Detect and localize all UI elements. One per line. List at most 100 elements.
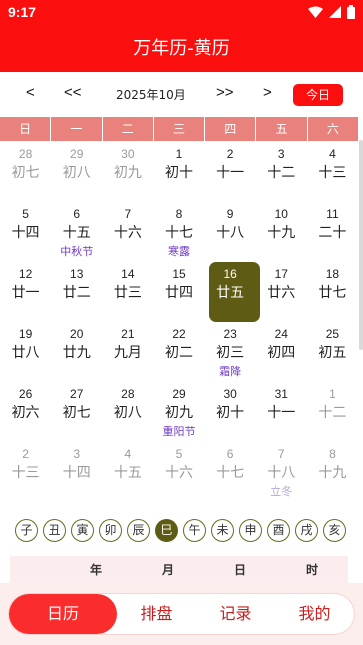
calendar-day[interactable]: 8 十七 寒露 bbox=[153, 205, 204, 265]
weekday-header: 日 一 二 三 四 五 六 bbox=[0, 117, 358, 141]
calendar-day[interactable]: 7 十六 bbox=[102, 205, 153, 265]
branch-option[interactable]: 未 bbox=[211, 519, 234, 542]
solar-date: 9 bbox=[226, 207, 234, 221]
calendar-day[interactable]: 3 十二 bbox=[256, 145, 307, 205]
weekday-label: 四 bbox=[205, 117, 257, 141]
calendar-day[interactable]: 29 初九 重阳节 bbox=[153, 385, 204, 445]
lunar-date: 十一 bbox=[216, 165, 245, 181]
calendar-day[interactable]: 14 廿三 bbox=[102, 265, 153, 325]
weekday-label: 五 bbox=[256, 117, 308, 141]
lunar-date: 初十 bbox=[216, 405, 245, 421]
calendar-day[interactable]: 20 廿九 bbox=[51, 325, 102, 385]
lunar-date: 初四 bbox=[267, 345, 296, 361]
lunar-date: 初七 bbox=[62, 405, 91, 421]
tab-chart[interactable]: 排盘 bbox=[117, 594, 196, 634]
branch-option[interactable]: 辰 bbox=[127, 519, 150, 542]
calendar-day[interactable]: 11 二十 bbox=[307, 205, 358, 265]
calendar-day[interactable]: 4 十三 bbox=[307, 145, 358, 205]
solar-date: 6 bbox=[73, 207, 81, 221]
solar-date: 15 bbox=[172, 267, 186, 281]
calendar-day[interactable]: 15 廿四 bbox=[153, 265, 204, 325]
today-button[interactable]: 今日 bbox=[293, 84, 343, 106]
weekday-label: 三 bbox=[153, 117, 206, 141]
calendar-day[interactable]: 7 十八 立冬 bbox=[256, 445, 307, 505]
calendar-day[interactable]: 5 十四 bbox=[0, 205, 51, 265]
lunar-date: 十五 bbox=[113, 465, 142, 481]
prev-month-button[interactable]: < bbox=[26, 84, 35, 101]
festival-label: 霜降 bbox=[219, 365, 242, 378]
solar-date: 8 bbox=[329, 447, 336, 461]
calendar-day[interactable]: 3 十四 bbox=[51, 445, 102, 505]
calendar-day[interactable]: 27 初七 bbox=[51, 385, 102, 445]
lunar-date: 十七 bbox=[164, 225, 193, 241]
calendar-day[interactable]: 1 初十 bbox=[153, 145, 204, 205]
branch-option[interactable]: 戌 bbox=[295, 519, 318, 542]
calendar-day[interactable]: 29 初八 bbox=[51, 145, 102, 205]
calendar-day[interactable]: 5 十六 bbox=[153, 445, 204, 505]
solar-date: 16 bbox=[223, 267, 237, 281]
calendar-day[interactable]: 2 十三 bbox=[0, 445, 51, 505]
lunar-date: 廿一 bbox=[11, 285, 40, 301]
calendar-day[interactable]: 21 九月 bbox=[102, 325, 153, 385]
calendar-day[interactable]: 23 初三 霜降 bbox=[205, 325, 256, 385]
solar-date: 30 bbox=[121, 147, 135, 161]
calendar-day[interactable]: 9 十八 bbox=[205, 205, 256, 265]
branch-option[interactable]: 亥 bbox=[323, 519, 346, 542]
calendar-day[interactable]: 28 初八 bbox=[102, 385, 153, 445]
festival-label: 寒露 bbox=[167, 245, 190, 258]
branch-option[interactable]: 申 bbox=[239, 519, 262, 542]
calendar-day[interactable]: 17 廿六 bbox=[256, 265, 307, 325]
lunar-date: 十二 bbox=[267, 165, 296, 181]
calendar-day[interactable]: 22 初二 bbox=[153, 325, 204, 385]
solar-date: 24 bbox=[274, 327, 288, 341]
calendar-day[interactable]: 19 廿八 bbox=[0, 325, 51, 385]
solar-date: 5 bbox=[175, 447, 183, 461]
lunar-date: 廿七 bbox=[318, 285, 347, 301]
calendar-day[interactable]: 25 初五 bbox=[307, 325, 358, 385]
lunar-date: 初八 bbox=[62, 165, 91, 181]
calendar-day[interactable]: 13 廿二 bbox=[51, 265, 102, 325]
calendar-day[interactable]: 4 十五 bbox=[102, 445, 153, 505]
calendar-day[interactable]: 1 十二 bbox=[307, 385, 358, 445]
status-icons bbox=[308, 5, 355, 19]
calendar-day[interactable]: 26 初六 bbox=[0, 385, 51, 445]
lunar-date: 十三 bbox=[11, 465, 40, 481]
prev-year-button[interactable]: << bbox=[64, 84, 82, 101]
lunar-date: 十四 bbox=[62, 465, 91, 481]
calendar-day[interactable]: 18 廿七 bbox=[307, 265, 358, 325]
branch-option[interactable]: 午 bbox=[183, 519, 206, 542]
branch-option[interactable]: 巳 bbox=[155, 519, 178, 542]
calendar-day[interactable]: 6 十五 中秋节 bbox=[51, 205, 102, 265]
branch-option[interactable]: 寅 bbox=[71, 519, 94, 542]
next-month-button[interactable]: > bbox=[263, 84, 272, 101]
solar-date: 31 bbox=[274, 387, 288, 401]
calendar-day[interactable]: 30 初十 bbox=[205, 385, 256, 445]
solar-date: 29 bbox=[172, 387, 186, 401]
branch-option[interactable]: 子 bbox=[15, 519, 38, 542]
tab-calendar[interactable]: 日历 bbox=[9, 594, 117, 634]
scrollbar[interactable] bbox=[359, 140, 363, 350]
calendar-day[interactable]: 24 初四 bbox=[256, 325, 307, 385]
calendar-day[interactable]: 31 十一 bbox=[256, 385, 307, 445]
calendar-day-selected[interactable]: 16 廿五 bbox=[205, 262, 260, 325]
tab-profile[interactable]: 我的 bbox=[275, 594, 354, 634]
branch-option[interactable]: 卯 bbox=[99, 519, 122, 542]
calendar-day[interactable]: 6 十七 bbox=[205, 445, 256, 505]
solar-date: 5 bbox=[22, 207, 29, 221]
calendar-day[interactable]: 8 十九 bbox=[307, 445, 358, 505]
tab-records[interactable]: 记录 bbox=[196, 594, 275, 634]
next-year-button[interactable]: >> bbox=[216, 84, 234, 101]
calendar-day[interactable]: 10 十九 bbox=[256, 205, 307, 265]
solar-date: 11 bbox=[326, 207, 339, 221]
calendar-day[interactable]: 28 初七 bbox=[0, 145, 51, 205]
festival-label: 立冬 bbox=[270, 485, 293, 498]
lunar-date: 廿五 bbox=[216, 285, 245, 301]
solar-date: 22 bbox=[172, 327, 186, 341]
weekday-label: 一 bbox=[51, 117, 103, 141]
calendar-day[interactable]: 2 十一 bbox=[205, 145, 256, 205]
calendar-day[interactable]: 12 廿一 bbox=[0, 265, 51, 325]
battery-icon bbox=[347, 5, 355, 19]
branch-option[interactable]: 酉 bbox=[267, 519, 290, 542]
branch-option[interactable]: 丑 bbox=[43, 519, 66, 542]
calendar-day[interactable]: 30 初九 bbox=[102, 145, 153, 205]
